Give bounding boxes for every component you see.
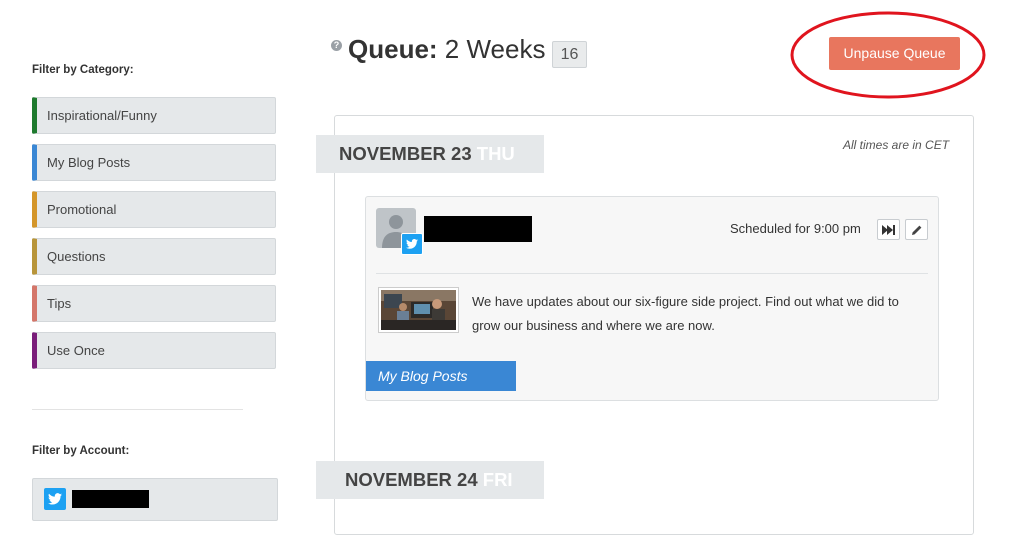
category-filter-promotional[interactable]: Promotional (32, 191, 276, 228)
sidebar-divider (32, 409, 243, 410)
unpause-queue-button[interactable]: Unpause Queue (829, 37, 960, 70)
category-filter-inspirational-funny[interactable]: Inspirational/Funny (32, 97, 276, 134)
help-icon[interactable]: ? (331, 40, 342, 51)
category-filter-tips[interactable]: Tips (32, 285, 276, 322)
account-filter-twitter[interactable] (32, 478, 278, 521)
account-name-redacted (72, 490, 149, 508)
day-weekday: FRI (482, 469, 513, 490)
post-category-tag[interactable]: My Blog Posts (366, 361, 516, 391)
account-name-redacted (424, 216, 532, 242)
day-date: NOVEMBER 23 (339, 143, 472, 164)
post-image (381, 290, 456, 330)
account-filter-heading: Filter by Account: (32, 445, 130, 457)
page-title-range: 2 Weeks (437, 34, 546, 64)
day-weekday: THU (476, 143, 515, 164)
page-title: Queue: 2 Weeks (348, 34, 545, 65)
category-filter-use-once[interactable]: Use Once (32, 332, 276, 369)
scheduled-time: Scheduled for 9:00 pm (730, 221, 861, 236)
day-header-nov-23: NOVEMBER 23 THU (316, 135, 544, 173)
day-header-nov-24: NOVEMBER 24 FRI (316, 461, 544, 499)
category-filter-my-blog-posts[interactable]: My Blog Posts (32, 144, 276, 181)
category-filter-heading: Filter by Category: (32, 64, 134, 76)
twitter-icon (44, 488, 66, 510)
day-date: NOVEMBER 24 (345, 469, 478, 490)
pencil-icon (911, 225, 921, 235)
category-filter-questions[interactable]: Questions (32, 238, 276, 275)
post-text: We have updates about our six-figure sid… (472, 294, 899, 333)
post-now-button[interactable] (877, 219, 900, 240)
card-divider (376, 273, 928, 274)
fast-forward-icon (881, 224, 895, 235)
post-thumbnail (378, 287, 459, 333)
queue-count-badge: 16 (552, 41, 587, 68)
edit-post-button[interactable] (905, 219, 928, 240)
page-title-label: Queue: (348, 34, 438, 64)
twitter-icon (401, 233, 423, 255)
timezone-note: All times are in CET (843, 138, 950, 152)
